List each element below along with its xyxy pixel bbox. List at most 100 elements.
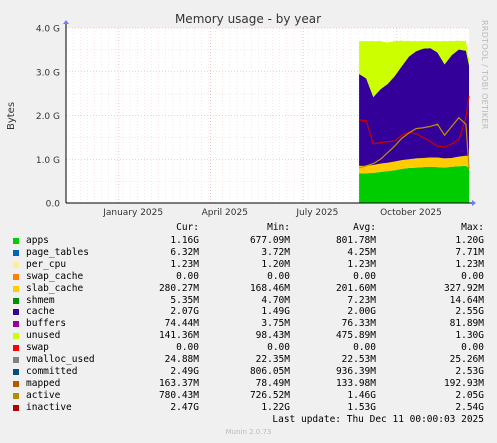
- legend-swatch: [13, 357, 19, 363]
- legend-name: vmalloc_used: [26, 354, 95, 365]
- y-axis-label: Bytes: [6, 102, 17, 130]
- legend-max: 2.54G: [455, 401, 484, 413]
- legend-swatch: [13, 321, 19, 328]
- legend-name: swap_cache: [26, 270, 84, 282]
- legend-swatch: [13, 345, 19, 352]
- legend-cur: 2.47G: [170, 401, 199, 413]
- legend-row-cache: cache 2.07G 1.49G 2.00G 2.55G: [0, 306, 497, 318]
- legend-swatch: [13, 273, 19, 280]
- x-axis-arrow: [472, 200, 476, 206]
- chart-title: Memory usage - by year: [175, 12, 321, 26]
- legend-row-mapped: mapped 163.37M 78.49M 133.98M 192.93M: [0, 378, 497, 390]
- legend-avg: 7.23M: [347, 294, 376, 306]
- legend-min: 0.00: [267, 342, 290, 354]
- legend-cur: 74.44M: [164, 318, 199, 330]
- legend-row-buffers: buffers 74.44M 3.75M 76.33M 81.89M: [0, 318, 497, 330]
- legend-row-unused: unused 141.36M 98.43M 475.89M 1.30G: [0, 330, 497, 342]
- legend-name: shmem: [26, 294, 55, 306]
- legend-swatch: [13, 404, 19, 411]
- legend-max: 81.89M: [449, 318, 484, 330]
- legend-min: 3.75M: [261, 318, 290, 330]
- legend-max: 2.55G: [455, 306, 484, 318]
- legend-cur: 0.00: [176, 270, 199, 282]
- legend-avg: 936.39M: [335, 365, 376, 377]
- stacked-areas: [359, 40, 469, 203]
- legend-max: 2.53G: [455, 365, 484, 377]
- legend-header-max: Max:: [461, 222, 484, 233]
- legend-row-active: active 780.43M 726.52M 1.46G 2.05G: [0, 390, 497, 402]
- legend-max: 2.05G: [455, 389, 484, 401]
- legend-name: committed: [26, 365, 78, 377]
- legend-name: slab_cache: [26, 282, 84, 294]
- y-tick-label: 0.0: [46, 200, 61, 210]
- legend-header-avg: Avg:: [353, 222, 376, 233]
- legend-name: page_tables: [26, 246, 89, 258]
- legend-swatch: [13, 297, 19, 304]
- legend-max: 1.20G: [455, 235, 484, 246]
- legend-avg: 1.23M: [347, 258, 376, 270]
- legend-avg: 201.60M: [335, 282, 376, 294]
- legend-min: 78.49M: [255, 377, 290, 389]
- legend-swatch: [13, 261, 19, 268]
- legend-swatch: [13, 249, 19, 256]
- legend-max: 7.71M: [455, 246, 484, 258]
- legend-swatch: [13, 380, 19, 387]
- legend-min: 1.49G: [261, 306, 290, 318]
- legend-row-swap: swap 0.00 0.00 0.00 0.00: [0, 342, 497, 354]
- legend-min: 1.20M: [261, 258, 290, 270]
- legend-avg: 4.25M: [347, 246, 376, 258]
- munin-version: Munin 2.0.73: [225, 428, 272, 436]
- legend-name: cache: [26, 306, 55, 318]
- legend-min: 726.52M: [249, 389, 290, 401]
- y-tick-label: 1.0 G: [36, 156, 60, 166]
- legend-max: 25.26M: [449, 354, 484, 365]
- legend-row-page_tables: page_tables 6.32M 3.72M 4.25M 7.71M: [0, 247, 497, 259]
- legend-max: 192.93M: [443, 377, 484, 389]
- legend-cur: 5.35M: [170, 294, 199, 306]
- legend-avg: 22.53M: [341, 354, 376, 365]
- legend-cur: 0.00: [176, 342, 199, 354]
- legend-avg: 0.00: [353, 342, 376, 354]
- y-axis-arrow: [63, 20, 69, 24]
- legend-cur: 780.43M: [158, 389, 199, 401]
- legend-min: 22.35M: [255, 354, 290, 365]
- legend-swatch: [13, 238, 19, 244]
- last-update: Last update: Thu Dec 11 00:00:03 2025: [272, 414, 484, 425]
- legend-row-shmem: shmem 5.35M 4.70M 7.23M 14.64M: [0, 295, 497, 307]
- legend-name: buffers: [26, 318, 67, 330]
- legend-header-cur: Cur:: [176, 222, 199, 233]
- legend-cur: 163.37M: [158, 377, 199, 389]
- legend-avg: 76.33M: [341, 318, 376, 330]
- legend-min: 4.70M: [261, 294, 290, 306]
- memory-chart: Memory usage - by year Bytes 0.0 1.0 G 2.0…: [6, 12, 476, 218]
- legend-row-slab_cache: slab_cache 280.27M 168.46M 201.60M 327.92M: [0, 283, 497, 295]
- legend-min: 677.09M: [249, 235, 290, 246]
- legend-max: 14.64M: [449, 294, 484, 306]
- legend-min: 1.22G: [261, 401, 290, 413]
- x-tick-label: April 2025: [202, 208, 248, 218]
- legend-swatch: [13, 285, 19, 292]
- x-tick-label: January 2025: [102, 208, 163, 218]
- legend-cur: 280.27M: [158, 282, 199, 294]
- legend-max: 1.23M: [455, 258, 484, 270]
- y-tick-label: 4.0 G: [36, 25, 60, 35]
- legend-header-min: Min:: [267, 222, 290, 233]
- legend-max: 0.00: [461, 342, 484, 354]
- legend-name: active: [26, 389, 61, 401]
- legend-name: apps: [26, 235, 49, 246]
- legend-cur: 1.16G: [170, 235, 199, 246]
- y-tick-label: 2.0 G: [36, 112, 60, 122]
- legend-max: 327.92M: [443, 282, 484, 294]
- legend-cur: 1.23M: [170, 258, 199, 270]
- legend-avg: 0.00: [353, 270, 376, 282]
- legend-swatch: [13, 368, 19, 375]
- legend-row-apps: apps 1.16G 677.09M 801.78M 1.20G: [0, 235, 497, 247]
- legend-avg: 133.98M: [335, 377, 376, 389]
- legend-name: inactive: [26, 401, 72, 413]
- legend-name: mapped: [26, 377, 61, 389]
- legend-row-per_cpu: per_cpu 1.23M 1.20M 1.23M 1.23M: [0, 259, 497, 271]
- legend-min: 98.43M: [255, 330, 290, 342]
- legend-cur: 6.32M: [170, 246, 199, 258]
- legend-name: per_cpu: [26, 258, 67, 270]
- legend-swatch: [13, 333, 19, 340]
